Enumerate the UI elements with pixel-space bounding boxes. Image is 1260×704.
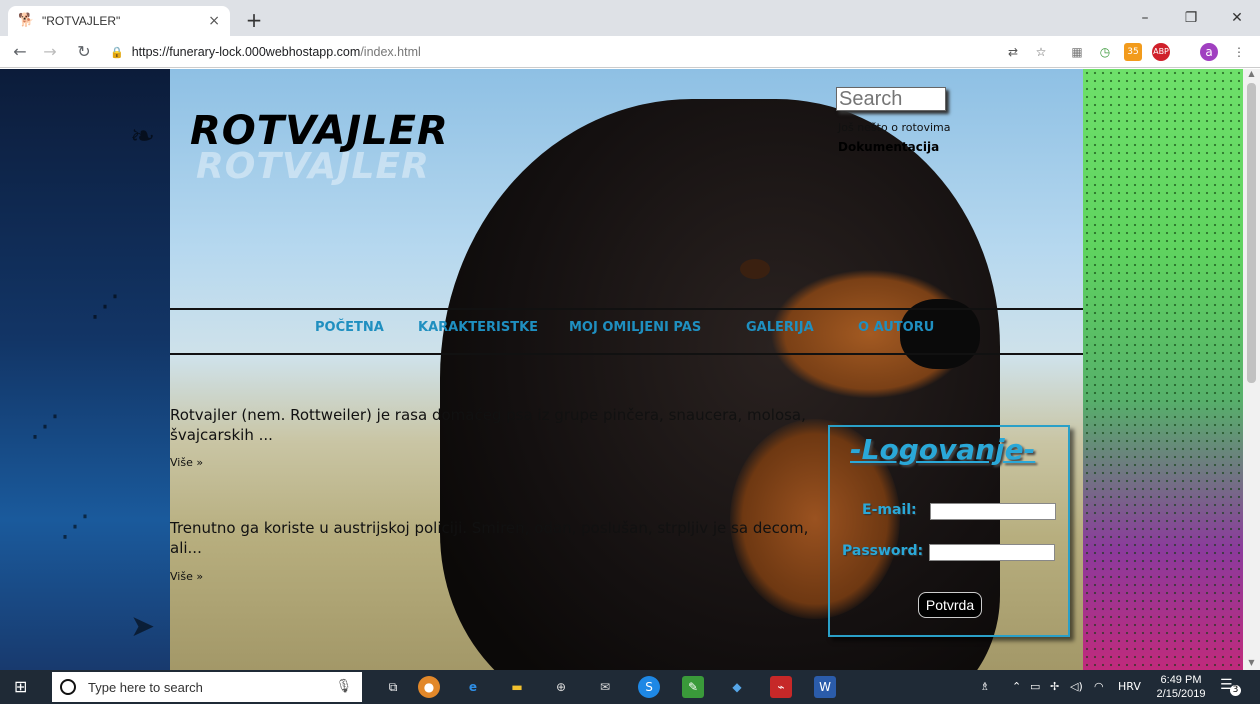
skype-icon[interactable]: S — [638, 676, 660, 698]
taskbar-clock[interactable]: 6:49 PM 2/15/2019 — [1150, 673, 1212, 701]
edge-icon[interactable]: e — [462, 676, 484, 698]
adblock-icon[interactable]: ABP — [1152, 43, 1170, 61]
nav-item-o-autoru[interactable]: O AUTORU — [858, 320, 934, 335]
article-more-link-1[interactable]: Više » — [170, 456, 203, 469]
lock-icon: 🔒 — [110, 45, 124, 59]
main-navigation: POČETNA KARAKTERISTKE MOJ OMILJENI PAS G… — [170, 320, 1083, 342]
people-icon[interactable]: ♗ — [980, 670, 990, 704]
language-indicator[interactable]: HRV — [1118, 670, 1141, 704]
tab-close-icon[interactable]: × — [208, 13, 220, 29]
email-label: E-mail: — [862, 502, 917, 518]
tab-title: "ROTVAJLER" — [42, 14, 121, 28]
task-view-icon[interactable]: ⧉ — [382, 676, 404, 698]
bookmark-star-icon[interactable]: ☆ — [1032, 43, 1050, 61]
nav-divider-bottom — [170, 353, 1083, 355]
url-path: /index.html — [360, 45, 421, 59]
browser-tab[interactable]: 🐕 "ROTVAJLER" × — [8, 6, 230, 36]
close-window-button[interactable]: ✕ — [1214, 0, 1260, 36]
new-tab-button[interactable]: + — [240, 6, 268, 34]
forward-arrow-icon[interactable]: → — [38, 40, 62, 64]
cortana-icon — [60, 679, 76, 695]
microphone-icon[interactable]: 🎙 — [335, 679, 352, 694]
article-excerpt-2: Trenutno ga koriste u austrijskoj polici… — [170, 519, 809, 557]
clock-extension-icon[interactable]: ◷ — [1096, 43, 1114, 61]
taskbar-search-placeholder: Type here to search — [88, 679, 203, 695]
notepad-icon[interactable]: ✎ — [682, 676, 704, 698]
url-host: https://funerary-lock.000webhostapp.com — [131, 45, 361, 59]
notification-count: 3 — [1230, 685, 1241, 696]
volume-icon[interactable]: ◁) — [1070, 670, 1083, 704]
left-background-panel: ❧ ⋰ ⋰ ⋰ ➤ — [0, 69, 170, 670]
password-label: Password: — [842, 543, 924, 559]
back-arrow-icon[interactable]: ← — [8, 40, 32, 64]
scrollbar-thumb[interactable] — [1247, 83, 1256, 383]
rss-extension-icon[interactable]: 35 — [1124, 43, 1142, 61]
article-excerpt-1: Rotvajler (nem. Rottweiler) je rasa doma… — [170, 406, 806, 444]
page-scrollbar[interactable]: ▲ ▼ — [1243, 69, 1260, 670]
word-icon[interactable]: W — [814, 676, 836, 698]
battery-icon[interactable]: ▭ — [1030, 670, 1040, 704]
sticky-notes-icon[interactable]: ◆ — [726, 676, 748, 698]
paw-tracks-decoration: ❧ ⋰ ⋰ ⋰ ➤ — [30, 119, 156, 644]
nav-item-karakteristke[interactable]: KARAKTERISTKE — [418, 320, 538, 335]
file-explorer-icon[interactable]: ▬ — [506, 676, 528, 698]
store-icon[interactable]: ⊕ — [550, 676, 572, 698]
windows-taskbar: ⊞ Type here to search 🎙 ⧉ ● e ▬ ⊕ ✉ S ✎ … — [0, 670, 1260, 704]
wifi-icon[interactable]: ◠ — [1094, 670, 1104, 704]
password-field[interactable] — [929, 544, 1055, 561]
action-center-icon[interactable]: ☰ 3 — [1220, 677, 1242, 697]
nav-item-moj-omiljeni-pas[interactable]: MOJ OMILJENI PAS — [569, 320, 701, 335]
article-more-link-2[interactable]: Više » — [170, 570, 203, 583]
address-bar[interactable]: 🔒 https://funerary-lock.000webhostapp.co… — [110, 40, 990, 64]
clock-time: 6:49 PM — [1160, 674, 1202, 686]
site-logo[interactable]: ROTVAJLER — [190, 108, 449, 154]
extension-icon[interactable]: ▦ — [1068, 43, 1086, 61]
email-field[interactable] — [930, 503, 1056, 520]
chrome-icon[interactable]: ● — [418, 676, 440, 698]
login-panel: -Logovanje- E-mail: Password: Potvrda — [828, 425, 1070, 637]
tray-chevron-icon[interactable]: ⌃ — [1012, 670, 1021, 704]
scroll-down-arrow-icon[interactable]: ▼ — [1243, 658, 1260, 670]
minimize-button[interactable]: – — [1122, 0, 1168, 36]
clock-date: 2/15/2019 — [1156, 688, 1206, 700]
nav-item-pocetna[interactable]: POČETNA — [315, 320, 384, 335]
reload-icon[interactable]: ↻ — [72, 40, 96, 64]
menu-dots-icon[interactable]: ⋮ — [1230, 43, 1248, 61]
url-text: https://funerary-lock.000webhostapp.com/… — [132, 45, 421, 59]
site-search-input[interactable] — [836, 87, 946, 111]
taskbar-search-box[interactable]: Type here to search 🎙 — [52, 672, 362, 702]
restore-button[interactable]: ❐ — [1168, 0, 1214, 36]
tab-strip: 🐕 "ROTVAJLER" × + – ❐ ✕ — [0, 0, 1260, 36]
nav-item-galerija[interactable]: GALERIJA — [746, 320, 814, 335]
nav-divider-top — [170, 308, 1083, 310]
profile-avatar[interactable]: a — [1200, 43, 1218, 61]
mail-icon[interactable]: ✉ — [594, 676, 616, 698]
windows-start-icon[interactable]: ⊞ — [14, 678, 32, 696]
scroll-up-arrow-icon[interactable]: ▲ — [1243, 69, 1260, 81]
translate-icon[interactable]: ⇄ — [1004, 43, 1022, 61]
browser-toolbar: ← → ↻ 🔒 https://funerary-lock.000webhost… — [0, 36, 1260, 68]
side-link-more-info[interactable]: Još nešto o rotovima — [838, 121, 951, 134]
dot-pattern-decoration — [1083, 69, 1243, 670]
acrobat-icon[interactable]: ⌁ — [770, 676, 792, 698]
side-link-documentation[interactable]: Dokumentacija — [838, 140, 939, 154]
right-background-panel — [1083, 69, 1243, 670]
login-heading: -Logovanje- — [850, 433, 1036, 466]
login-submit-button[interactable]: Potvrda — [918, 592, 982, 618]
dog-favicon-icon: 🐕 — [18, 13, 35, 28]
network-icon[interactable]: ✢ — [1050, 670, 1059, 704]
rottweiler-photo-eye — [740, 259, 770, 279]
